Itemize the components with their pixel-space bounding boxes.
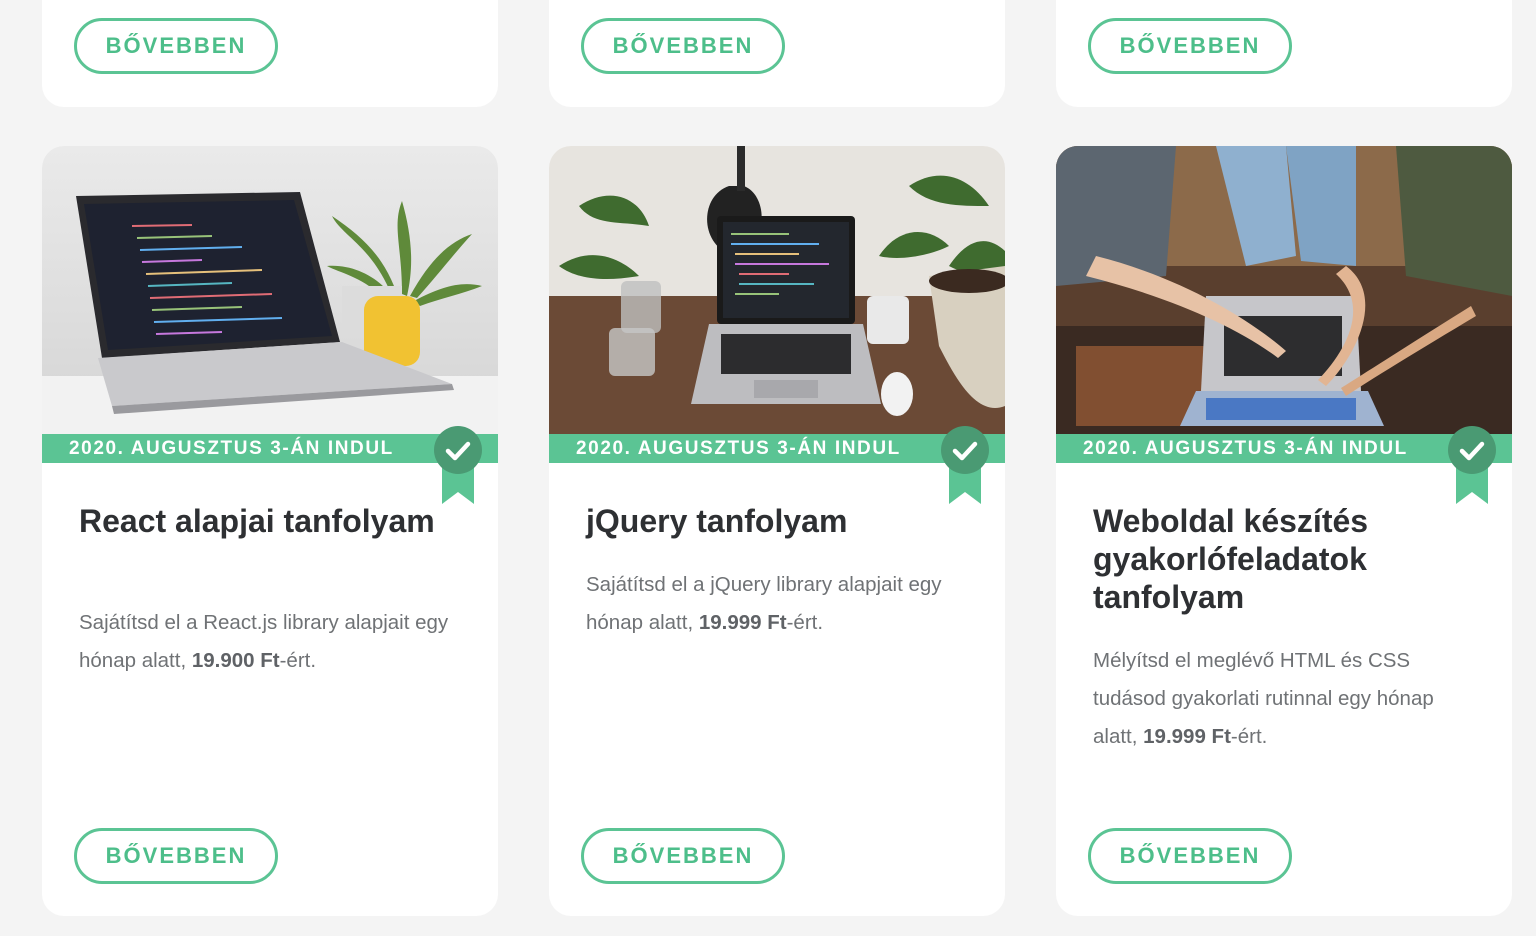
laptop-with-plants-photo [549, 146, 1005, 436]
laptop-code-on-desk-photo [42, 146, 498, 436]
course-description: Sajátítsd el a jQuery library alapjait e… [586, 573, 942, 634]
start-date-ribbon: 2020. AUGUSZTUS 3-ÁN INDUL [42, 434, 498, 463]
start-date-ribbon: 2020. AUGUSZTUS 3-ÁN INDUL [549, 434, 1005, 463]
course-title: React alapjai tanfolyam [79, 503, 435, 539]
group-pointing-at-laptop-photo [1056, 146, 1512, 436]
course-grid: BŐVEBBEN BŐVEBBEN BŐVEBBEN 2020. AUGUSZT… [0, 0, 1536, 936]
more-button[interactable]: BŐVEBBEN [1088, 828, 1292, 884]
course-description: Sajátítsd el a React.js library alapjait… [79, 611, 449, 672]
more-button[interactable]: BŐVEBBEN [581, 828, 785, 884]
course-card-weboldal: 2020. AUGUSZTUS 3-ÁN INDUL Weboldal kész… [1056, 146, 1512, 916]
more-button[interactable]: BŐVEBBEN [74, 828, 278, 884]
course-card-top: BŐVEBBEN [42, 0, 498, 107]
check-badge-icon [434, 426, 482, 504]
course-price: 19.999 Ft [698, 611, 787, 634]
more-button[interactable]: BŐVEBBEN [1088, 18, 1292, 74]
more-button[interactable]: BŐVEBBEN [581, 18, 785, 74]
course-card-react: 2020. AUGUSZTUS 3-ÁN INDUL React alapjai… [42, 146, 498, 916]
course-card-top: BŐVEBBEN [1056, 0, 1512, 107]
check-badge-icon [941, 426, 989, 504]
start-date-ribbon: 2020. AUGUSZTUS 3-ÁN INDUL [1056, 434, 1512, 463]
more-button[interactable]: BŐVEBBEN [74, 18, 278, 74]
course-price: 19.999 Ft [1143, 725, 1231, 748]
course-title: Weboldal készítés gyakorlófeladatok tanf… [1093, 503, 1369, 615]
course-card-jquery: 2020. AUGUSZTUS 3-ÁN INDUL jQuery tanfol… [549, 146, 1005, 916]
course-title: jQuery tanfolyam [586, 503, 848, 539]
course-card-top: BŐVEBBEN [549, 0, 1005, 107]
check-badge-icon [1448, 426, 1496, 504]
course-description: Mélyítsd el meglévő HTML és CSS tudásod … [1093, 649, 1434, 748]
course-price: 19.900 Ft [191, 649, 280, 672]
